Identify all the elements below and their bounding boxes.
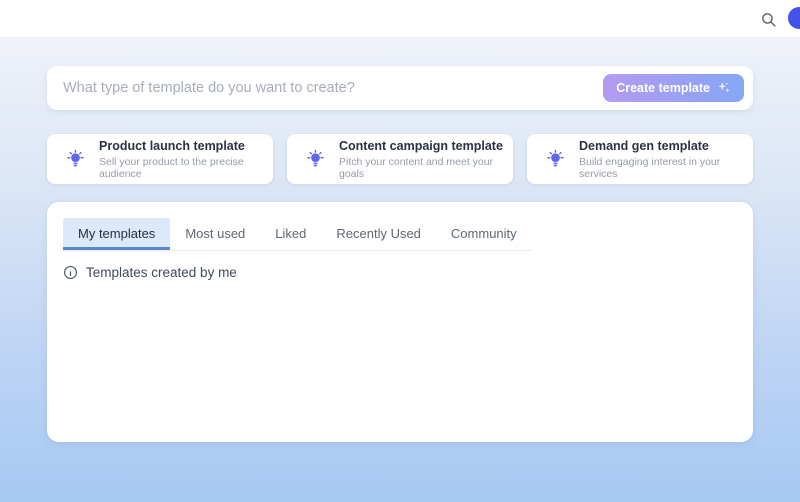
card-content-campaign[interactable]: Content campaign template Pitch your con…: [287, 134, 513, 184]
suggestion-cards: Product launch template Sell your produc…: [47, 134, 753, 184]
templates-panel: My templates Most used Liked Recently Us…: [47, 202, 753, 442]
tab-most-used[interactable]: Most used: [170, 218, 260, 250]
lightbulb-icon: [65, 149, 86, 170]
sparkles-icon: [717, 81, 731, 95]
card-subtitle: Sell your product to the precise audienc…: [99, 156, 273, 180]
card-title: Content campaign template: [339, 139, 513, 153]
card-title: Product launch template: [99, 139, 273, 153]
create-template-button[interactable]: Create template: [603, 74, 744, 102]
card-title: Demand gen template: [579, 139, 753, 153]
create-template-label: Create template: [616, 81, 710, 95]
tab-liked[interactable]: Liked: [260, 218, 321, 250]
search-button[interactable]: [758, 9, 778, 29]
template-prompt-input[interactable]: [63, 80, 603, 96]
tab-my-templates[interactable]: My templates: [63, 218, 170, 250]
lightbulb-icon: [305, 149, 326, 170]
templates-tab-bar: My templates Most used Liked Recently Us…: [63, 218, 532, 251]
empty-state-row: Templates created by me: [63, 265, 737, 280]
empty-state-text: Templates created by me: [86, 265, 237, 280]
card-subtitle: Build engaging interest in your services: [579, 156, 753, 180]
template-prompt-bar: Create template: [47, 66, 753, 110]
top-bar: [0, 0, 800, 38]
card-demand-gen[interactable]: Demand gen template Build engaging inter…: [527, 134, 753, 184]
card-subtitle: Pitch your content and meet your goals: [339, 156, 513, 180]
tab-recently-used[interactable]: Recently Used: [321, 218, 436, 250]
card-product-launch[interactable]: Product launch template Sell your produc…: [47, 134, 273, 184]
lightbulb-icon: [545, 149, 566, 170]
user-avatar[interactable]: [788, 7, 800, 29]
search-icon: [760, 11, 777, 28]
info-icon: [63, 265, 78, 280]
tab-community[interactable]: Community: [436, 218, 532, 250]
